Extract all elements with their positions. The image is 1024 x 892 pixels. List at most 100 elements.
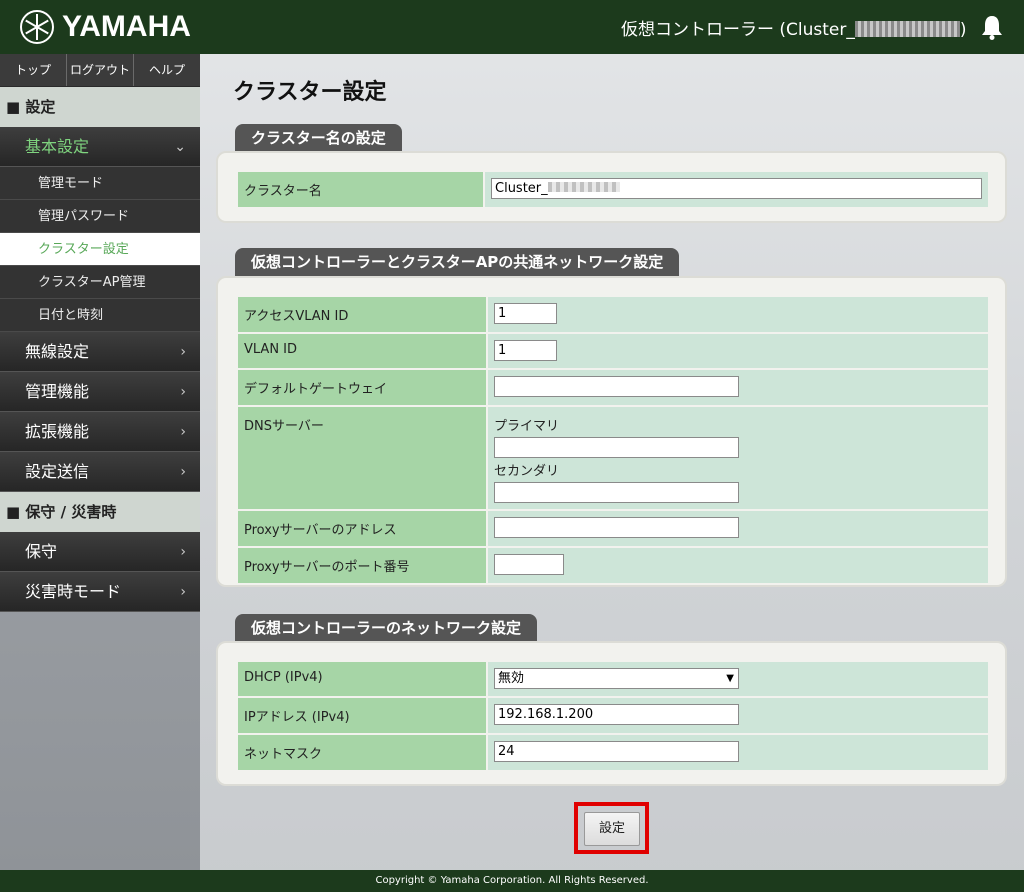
section-tab-controller-network: 仮想コントローラーのネットワーク設定 bbox=[235, 614, 538, 642]
chevron-right-icon: › bbox=[180, 344, 186, 360]
dhcp-selected-value: 無効 bbox=[498, 671, 525, 686]
form-row: IPアドレス (IPv4) 192.168.1.200 bbox=[236, 696, 990, 735]
cluster-name-input[interactable]: Cluster_ bbox=[491, 178, 982, 199]
field-value-cell: Cluster_ bbox=[483, 170, 990, 209]
field-label: ネットマスク bbox=[236, 733, 488, 772]
sidebar-item-disaster-mode[interactable]: 災害時モード › bbox=[0, 572, 200, 612]
sidebar-item-label: 災害時モード bbox=[25, 582, 122, 601]
nav-logout-link[interactable]: ログアウト bbox=[67, 54, 134, 86]
sidebar-item-label: 基本設定 bbox=[25, 137, 90, 156]
panel-controller-network: DHCP (IPv4) 無効 ▼ IPアドレス (IPv4) 192.168.1… bbox=[216, 641, 1007, 786]
sidebar-item-cluster-settings[interactable]: クラスター設定 bbox=[0, 233, 200, 266]
sidebar-item-extended-functions[interactable]: 拡張機能 › bbox=[0, 412, 200, 452]
header-bar: YAMAHA 仮想コントローラー (Cluster_) bbox=[0, 0, 1024, 54]
chevron-right-icon: › bbox=[180, 584, 186, 600]
page-title: クラスター設定 bbox=[233, 80, 387, 105]
sidebar-item-management-password[interactable]: 管理パスワード bbox=[0, 200, 200, 233]
field-label: アクセスVLAN ID bbox=[236, 295, 488, 334]
sidebar-item-cluster-ap-management[interactable]: クラスターAP管理 bbox=[0, 266, 200, 299]
sidebar-item-label: 管理機能 bbox=[25, 382, 90, 401]
sidebar-item-label: 保守 bbox=[25, 542, 58, 561]
yamaha-logo[interactable]: YAMAHA bbox=[20, 10, 191, 44]
panel-cluster-name: クラスター名 Cluster_ bbox=[216, 151, 1007, 223]
form-row: DNSサーバー プライマリ セカンダリ bbox=[236, 405, 990, 511]
field-label: IPアドレス (IPv4) bbox=[236, 696, 488, 735]
submit-highlight: 設定 bbox=[574, 802, 649, 854]
nav-top-link[interactable]: トップ bbox=[0, 54, 67, 86]
chevron-right-icon: › bbox=[180, 424, 186, 440]
field-label: DHCP (IPv4) bbox=[236, 660, 488, 698]
field-label: Proxyサーバーのアドレス bbox=[236, 509, 488, 548]
controller-label: 仮想コントローラー (Cluster_ bbox=[621, 20, 855, 40]
submit-button[interactable]: 設定 bbox=[584, 812, 640, 846]
nav-help-link[interactable]: ヘルプ bbox=[134, 54, 200, 86]
proxy-port-input[interactable] bbox=[494, 554, 564, 575]
dns-secondary-input[interactable] bbox=[494, 482, 739, 503]
dns-secondary-label: セカンダリ bbox=[494, 464, 560, 479]
redacted-mask bbox=[547, 182, 620, 192]
sidebar-topnav: トップ ログアウト ヘルプ bbox=[0, 54, 200, 87]
notification-bell-icon[interactable] bbox=[981, 14, 1003, 40]
netmask-input[interactable]: 24 bbox=[494, 741, 739, 762]
chevron-down-icon: ⌄ bbox=[174, 139, 186, 155]
sidebar-item-date-time[interactable]: 日付と時刻 bbox=[0, 299, 200, 332]
form-table: クラスター名 Cluster_ bbox=[236, 170, 990, 209]
dns-primary-input[interactable] bbox=[494, 437, 739, 458]
field-value-cell: 192.168.1.200 bbox=[486, 696, 990, 735]
field-value-cell bbox=[486, 546, 990, 585]
tuning-fork-logo-icon bbox=[20, 10, 54, 44]
access-vlan-id-input[interactable]: 1 bbox=[494, 303, 557, 324]
sidebar-item-management-mode[interactable]: 管理モード bbox=[0, 167, 200, 200]
field-label: クラスター名 bbox=[236, 170, 485, 209]
proxy-address-input[interactable] bbox=[494, 517, 739, 538]
field-label: デフォルトゲートウェイ bbox=[236, 368, 488, 407]
chevron-right-icon: › bbox=[180, 544, 186, 560]
redacted-mask bbox=[854, 21, 960, 37]
sidebar-item-label: 拡張機能 bbox=[25, 422, 90, 441]
field-value-cell: 無効 ▼ bbox=[486, 660, 990, 698]
logo-text: YAMAHA bbox=[62, 10, 191, 43]
chevron-down-icon: ▼ bbox=[726, 673, 734, 684]
section-header-maintenance: ■ 保守 / 災害時 bbox=[0, 492, 200, 532]
dns-primary-label: プライマリ bbox=[494, 419, 560, 434]
sidebar-item-send-settings[interactable]: 設定送信 › bbox=[0, 452, 200, 492]
sidebar-item-management-functions[interactable]: 管理機能 › bbox=[0, 372, 200, 412]
form-row: Proxyサーバーのアドレス bbox=[236, 509, 990, 548]
form-row: Proxyサーバーのポート番号 bbox=[236, 546, 990, 585]
form-row: デフォルトゲートウェイ bbox=[236, 368, 990, 407]
section-tab-common-network: 仮想コントローラーとクラスターAPの共通ネットワーク設定 bbox=[235, 248, 680, 276]
form-row: ネットマスク 24 bbox=[236, 733, 990, 772]
ip-address-input[interactable]: 192.168.1.200 bbox=[494, 704, 739, 725]
field-label: DNSサーバー bbox=[236, 405, 488, 511]
default-gateway-input[interactable] bbox=[494, 376, 739, 397]
sidebar-item-wireless-settings[interactable]: 無線設定 › bbox=[0, 332, 200, 372]
field-value-cell bbox=[486, 509, 990, 548]
controller-name: 仮想コントローラー (Cluster_) bbox=[621, 15, 967, 40]
form-table: アクセスVLAN ID 1 VLAN ID 1 デフォルトゲートウェイ DNSサ… bbox=[236, 295, 990, 585]
cluster-name-value: Cluster_ bbox=[495, 181, 548, 196]
field-value-cell bbox=[486, 368, 990, 407]
section-header-settings: ■ 設定 bbox=[0, 87, 200, 127]
sidebar-item-basic-settings[interactable]: 基本設定 ⌄ bbox=[0, 127, 200, 167]
chevron-right-icon: › bbox=[180, 384, 186, 400]
vlan-id-input[interactable]: 1 bbox=[494, 340, 557, 361]
field-value-cell: 1 bbox=[486, 332, 990, 370]
form-table: DHCP (IPv4) 無効 ▼ IPアドレス (IPv4) 192.168.1… bbox=[236, 660, 990, 772]
sidebar-item-label: 無線設定 bbox=[25, 342, 90, 361]
sidebar: トップ ログアウト ヘルプ ■ 設定 基本設定 ⌄ 管理モード 管理パスワード … bbox=[0, 54, 200, 870]
field-label: VLAN ID bbox=[236, 332, 488, 370]
controller-suffix: ) bbox=[959, 20, 967, 40]
field-value-cell: プライマリ セカンダリ bbox=[486, 405, 990, 511]
footer-copyright: Copyright © Yamaha Corporation. All Righ… bbox=[0, 870, 1024, 892]
panel-common-network: アクセスVLAN ID 1 VLAN ID 1 デフォルトゲートウェイ DNSサ… bbox=[216, 276, 1007, 587]
field-value-cell: 1 bbox=[486, 295, 990, 334]
dhcp-select[interactable]: 無効 ▼ bbox=[494, 668, 739, 689]
chevron-right-icon: › bbox=[180, 464, 186, 480]
form-row: クラスター名 Cluster_ bbox=[236, 170, 990, 209]
form-row: VLAN ID 1 bbox=[236, 332, 990, 370]
form-row: アクセスVLAN ID 1 bbox=[236, 295, 990, 334]
sidebar-item-maintenance[interactable]: 保守 › bbox=[0, 532, 200, 572]
form-row: DHCP (IPv4) 無効 ▼ bbox=[236, 660, 990, 698]
sidebar-item-label: 設定送信 bbox=[25, 462, 90, 481]
field-value-cell: 24 bbox=[486, 733, 990, 772]
